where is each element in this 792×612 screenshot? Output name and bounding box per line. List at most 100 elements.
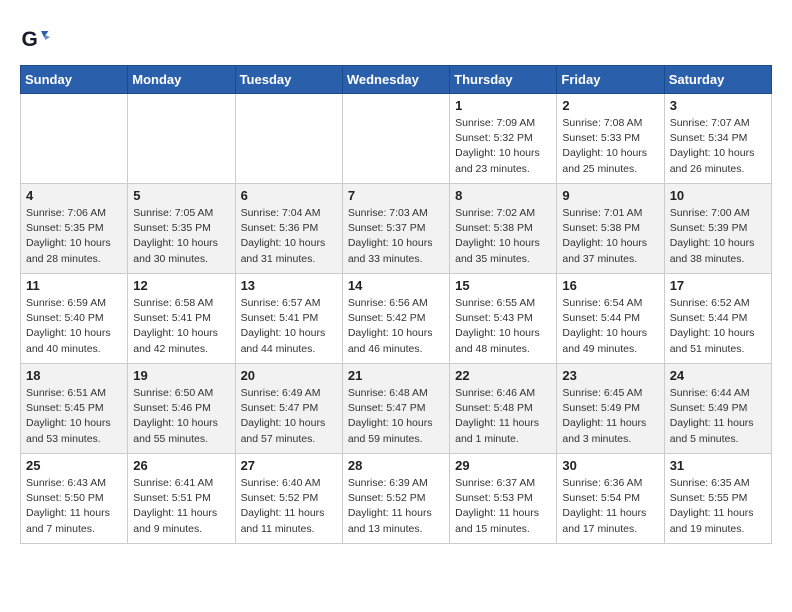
day-info: Sunrise: 6:51 AM Sunset: 5:45 PM Dayligh… (26, 386, 122, 447)
weekday-header-sunday: Sunday (21, 66, 128, 94)
day-number: 29 (455, 458, 551, 473)
calendar-cell: 25 Sunrise: 6:43 AM Sunset: 5:50 PM Dayli… (21, 454, 128, 544)
day-number: 2 (562, 98, 658, 113)
logo-icon: G (20, 25, 50, 55)
day-info: Sunrise: 6:36 AM Sunset: 5:54 PM Dayligh… (562, 476, 658, 537)
day-info: Sunrise: 6:54 AM Sunset: 5:44 PM Dayligh… (562, 296, 658, 357)
weekday-header-saturday: Saturday (664, 66, 771, 94)
day-info: Sunrise: 6:45 AM Sunset: 5:49 PM Dayligh… (562, 386, 658, 447)
calendar-cell: 26Sunrise: 6:41 AM Sunset: 5:51 PM Dayli… (128, 454, 235, 544)
day-number: 14 (348, 278, 444, 293)
calendar-header: SundayMondayTuesdayWednesdayThursdayFrid… (21, 66, 772, 94)
weekday-header-tuesday: Tuesday (235, 66, 342, 94)
day-number: 1 (455, 98, 551, 113)
day-info: Sunrise: 6:56 AM Sunset: 5:42 PM Dayligh… (348, 296, 444, 357)
day-info: Sunrise: 6:55 AM Sunset: 5:43 PM Dayligh… (455, 296, 551, 357)
day-number: 15 (455, 278, 551, 293)
calendar-cell: 6 Sunrise: 7:04 AM Sunset: 5:36 PM Daylig… (235, 184, 342, 274)
day-number: 8 (455, 188, 551, 203)
day-info: Sunrise: 6:39 AM Sunset: 5:52 PM Dayligh… (348, 476, 444, 537)
calendar-cell (235, 94, 342, 184)
calendar-week-4: 18 Sunrise: 6:51 AM Sunset: 5:45 PM Dayli… (21, 364, 772, 454)
day-number: 30 (562, 458, 658, 473)
day-info: Sunrise: 6:43 AM Sunset: 5:50 PM Dayligh… (26, 476, 122, 537)
day-info: Sunrise: 6:37 AM Sunset: 5:53 PM Dayligh… (455, 476, 551, 537)
calendar-cell: 31 Sunrise: 6:35 AM Sunset: 5:55 PM Dayli… (664, 454, 771, 544)
calendar-cell (342, 94, 449, 184)
day-info: Sunrise: 7:01 AM Sunset: 5:38 PM Dayligh… (562, 206, 658, 267)
calendar-cell: 21 Sunrise: 6:48 AM Sunset: 5:47 PM Dayli… (342, 364, 449, 454)
day-number: 19 (133, 368, 229, 383)
calendar-cell: 15 Sunrise: 6:55 AM Sunset: 5:43 PM Dayli… (450, 274, 557, 364)
weekday-header-wednesday: Wednesday (342, 66, 449, 94)
svg-text:G: G (22, 28, 38, 51)
day-info: Sunrise: 7:04 AM Sunset: 5:36 PM Dayligh… (241, 206, 337, 267)
day-number: 6 (241, 188, 337, 203)
day-number: 16 (562, 278, 658, 293)
day-info: Sunrise: 6:48 AM Sunset: 5:47 PM Dayligh… (348, 386, 444, 447)
weekday-header-friday: Friday (557, 66, 664, 94)
calendar-cell: 24Sunrise: 6:44 AM Sunset: 5:49 PM Dayli… (664, 364, 771, 454)
calendar-week-3: 11Sunrise: 6:59 AM Sunset: 5:40 PM Dayli… (21, 274, 772, 364)
day-number: 26 (133, 458, 229, 473)
day-number: 10 (670, 188, 766, 203)
calendar-cell: 14 Sunrise: 6:56 AM Sunset: 5:42 PM Dayli… (342, 274, 449, 364)
day-info: Sunrise: 7:02 AM Sunset: 5:38 PM Dayligh… (455, 206, 551, 267)
calendar-cell: 18 Sunrise: 6:51 AM Sunset: 5:45 PM Dayli… (21, 364, 128, 454)
day-info: Sunrise: 6:35 AM Sunset: 5:55 PM Dayligh… (670, 476, 766, 537)
calendar-cell: 17 Sunrise: 6:52 AM Sunset: 5:44 PM Dayli… (664, 274, 771, 364)
day-number: 21 (348, 368, 444, 383)
day-info: Sunrise: 6:52 AM Sunset: 5:44 PM Dayligh… (670, 296, 766, 357)
calendar-table: SundayMondayTuesdayWednesdayThursdayFrid… (20, 65, 772, 544)
day-number: 31 (670, 458, 766, 473)
day-info: Sunrise: 6:50 AM Sunset: 5:46 PM Dayligh… (133, 386, 229, 447)
calendar-week-2: 4 Sunrise: 7:06 AM Sunset: 5:35 PM Daylig… (21, 184, 772, 274)
calendar-cell: 20Sunrise: 6:49 AM Sunset: 5:47 PM Dayli… (235, 364, 342, 454)
day-number: 18 (26, 368, 122, 383)
calendar-cell: 4 Sunrise: 7:06 AM Sunset: 5:35 PM Daylig… (21, 184, 128, 274)
calendar-cell: 9 Sunrise: 7:01 AM Sunset: 5:38 PM Daylig… (557, 184, 664, 274)
logo: G (20, 25, 54, 55)
weekday-header-thursday: Thursday (450, 66, 557, 94)
calendar-cell: 29 Sunrise: 6:37 AM Sunset: 5:53 PM Dayli… (450, 454, 557, 544)
calendar-cell: 28 Sunrise: 6:39 AM Sunset: 5:52 PM Dayli… (342, 454, 449, 544)
day-number: 27 (241, 458, 337, 473)
calendar-cell: 3Sunrise: 7:07 AM Sunset: 5:34 PM Daylig… (664, 94, 771, 184)
calendar-cell: 11Sunrise: 6:59 AM Sunset: 5:40 PM Dayli… (21, 274, 128, 364)
calendar-cell: 30 Sunrise: 6:36 AM Sunset: 5:54 PM Dayli… (557, 454, 664, 544)
calendar-cell: 8 Sunrise: 7:02 AM Sunset: 5:38 PM Daylig… (450, 184, 557, 274)
calendar-cell: 19 Sunrise: 6:50 AM Sunset: 5:46 PM Dayli… (128, 364, 235, 454)
day-info: Sunrise: 7:06 AM Sunset: 5:35 PM Dayligh… (26, 206, 122, 267)
day-number: 22 (455, 368, 551, 383)
day-info: Sunrise: 6:58 AM Sunset: 5:41 PM Dayligh… (133, 296, 229, 357)
weekday-row: SundayMondayTuesdayWednesdayThursdayFrid… (21, 66, 772, 94)
day-number: 28 (348, 458, 444, 473)
day-number: 17 (670, 278, 766, 293)
day-info: Sunrise: 6:57 AM Sunset: 5:41 PM Dayligh… (241, 296, 337, 357)
day-number: 23 (562, 368, 658, 383)
day-info: Sunrise: 7:03 AM Sunset: 5:37 PM Dayligh… (348, 206, 444, 267)
calendar-cell: 5 Sunrise: 7:05 AM Sunset: 5:35 PM Daylig… (128, 184, 235, 274)
day-info: Sunrise: 6:49 AM Sunset: 5:47 PM Dayligh… (241, 386, 337, 447)
calendar-cell: 22 Sunrise: 6:46 AM Sunset: 5:48 PM Dayli… (450, 364, 557, 454)
calendar-cell: 13 Sunrise: 6:57 AM Sunset: 5:41 PM Dayli… (235, 274, 342, 364)
day-info: Sunrise: 7:07 AM Sunset: 5:34 PM Dayligh… (670, 116, 766, 177)
calendar-body: 1 Sunrise: 7:09 AM Sunset: 5:32 PM Daylig… (21, 94, 772, 544)
day-number: 9 (562, 188, 658, 203)
day-number: 4 (26, 188, 122, 203)
calendar-cell: 27Sunrise: 6:40 AM Sunset: 5:52 PM Dayli… (235, 454, 342, 544)
calendar-week-1: 1 Sunrise: 7:09 AM Sunset: 5:32 PM Daylig… (21, 94, 772, 184)
day-number: 25 (26, 458, 122, 473)
calendar-cell: 2Sunrise: 7:08 AM Sunset: 5:33 PM Daylig… (557, 94, 664, 184)
day-info: Sunrise: 7:05 AM Sunset: 5:35 PM Dayligh… (133, 206, 229, 267)
calendar-cell: 16 Sunrise: 6:54 AM Sunset: 5:44 PM Dayli… (557, 274, 664, 364)
calendar-cell: 23 Sunrise: 6:45 AM Sunset: 5:49 PM Dayli… (557, 364, 664, 454)
day-info: Sunrise: 6:46 AM Sunset: 5:48 PM Dayligh… (455, 386, 551, 447)
day-number: 5 (133, 188, 229, 203)
page-header: G (20, 20, 772, 55)
day-number: 13 (241, 278, 337, 293)
day-info: Sunrise: 6:44 AM Sunset: 5:49 PM Dayligh… (670, 386, 766, 447)
day-info: Sunrise: 7:09 AM Sunset: 5:32 PM Dayligh… (455, 116, 551, 177)
calendar-week-5: 25 Sunrise: 6:43 AM Sunset: 5:50 PM Dayli… (21, 454, 772, 544)
calendar-cell: 7Sunrise: 7:03 AM Sunset: 5:37 PM Daylig… (342, 184, 449, 274)
